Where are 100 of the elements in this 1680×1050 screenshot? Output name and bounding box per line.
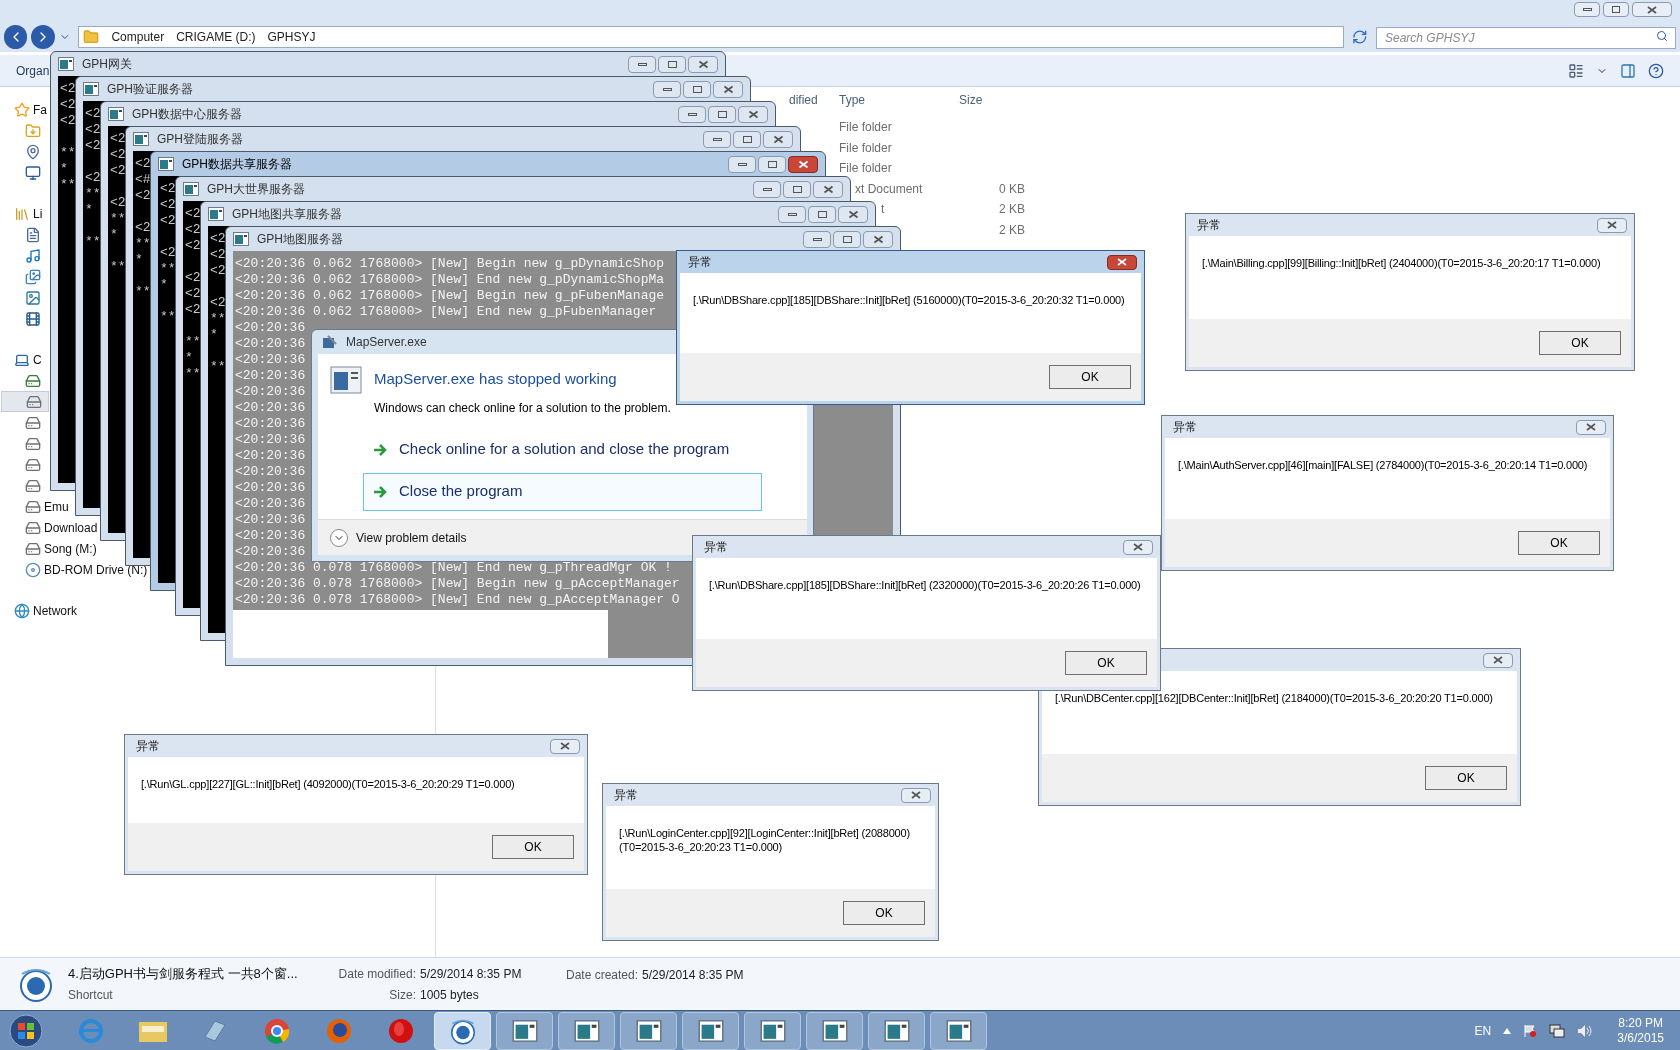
nav-item[interactable]: Download [25, 517, 98, 538]
close-button[interactable] [550, 738, 580, 754]
column-header[interactable]: Size [955, 91, 1035, 109]
close-button[interactable] [738, 105, 768, 123]
restore-button[interactable] [1603, 2, 1629, 17]
minimize-button[interactable] [803, 230, 831, 248]
maximize-button[interactable] [783, 180, 811, 198]
breadcrumb-item[interactable]: Computer [111, 28, 165, 46]
ok-button[interactable]: OK [1539, 331, 1621, 355]
nav-item[interactable]: Emu [25, 496, 69, 517]
taskbar-button[interactable] [806, 1011, 863, 1050]
taskbar-button[interactable] [682, 1011, 739, 1050]
minimize-button[interactable] [728, 155, 756, 173]
taskbar-button[interactable] [496, 1011, 553, 1050]
back-button[interactable] [4, 25, 28, 49]
close-icon [911, 791, 921, 799]
minimize-button[interactable] [778, 205, 806, 223]
nav-item[interactable]: C [14, 349, 42, 370]
console-window-icon [759, 1019, 786, 1042]
close-button[interactable] [1107, 254, 1137, 270]
flag-icon[interactable] [1523, 1023, 1538, 1038]
column-header[interactable]: dified [789, 91, 835, 109]
refresh-icon[interactable] [1352, 29, 1368, 45]
ok-button[interactable]: OK [1049, 365, 1131, 389]
maximize-button[interactable] [683, 80, 711, 98]
nav-item[interactable]: Network [14, 600, 77, 621]
maximize-button[interactable] [808, 205, 836, 223]
close-button[interactable] [813, 180, 843, 198]
close-button[interactable] [1597, 217, 1627, 233]
expand-button[interactable] [330, 528, 348, 547]
close-icon [1493, 656, 1503, 664]
close-button[interactable] [863, 230, 893, 248]
console-line: ** [159, 261, 176, 277]
view-icon[interactable] [1568, 62, 1584, 79]
organize-menu[interactable]: Organ [16, 61, 50, 80]
taskbar-button[interactable] [558, 1011, 615, 1050]
close-button[interactable] [1632, 2, 1672, 17]
console-line: <20:20:36 [234, 320, 306, 336]
close-button[interactable] [838, 205, 868, 223]
maximize-button[interactable] [733, 130, 761, 148]
help-icon[interactable] [1648, 62, 1664, 79]
close-button[interactable] [1123, 539, 1153, 555]
minimize-button[interactable] [653, 80, 681, 98]
taskbar-button[interactable] [930, 1011, 987, 1050]
network-icon[interactable] [1549, 1023, 1566, 1038]
preview-pane-icon[interactable] [1620, 62, 1636, 79]
close-button[interactable] [688, 55, 718, 73]
nav-item[interactable]: Li [14, 203, 43, 224]
ok-button[interactable]: OK [492, 835, 574, 859]
file-name: 4.启动GPH书与剑服务程式 一共8个窗... [68, 964, 299, 983]
ok-button[interactable]: OK [1425, 766, 1507, 790]
ok-button[interactable]: OK [1518, 531, 1600, 555]
console-line: <20:20:36 [234, 544, 306, 560]
console-line: <2 [109, 195, 126, 211]
maximize-button[interactable] [833, 230, 861, 248]
console-line: <20:20:36 [234, 384, 306, 400]
search-field[interactable]: Search GPHSYJ [1376, 27, 1676, 49]
address-bar[interactable]: Computer CRIGAME (D:) GPHSYJ [78, 26, 1345, 48]
console-line: <20:20:36 [234, 528, 306, 544]
close-button[interactable] [1576, 419, 1606, 435]
search-icon [1656, 30, 1668, 42]
minimize-button[interactable] [678, 105, 706, 123]
image-icon [25, 289, 41, 306]
taskbar-button[interactable] [744, 1011, 801, 1050]
file-size: 2 KB [999, 222, 1025, 237]
breadcrumb-item[interactable]: GPHSYJ [267, 28, 316, 46]
details-label[interactable]: View problem details [356, 528, 467, 547]
minimize-button[interactable] [1574, 2, 1600, 17]
close-icon [747, 109, 759, 119]
ok-button[interactable]: OK [843, 901, 925, 925]
maximize-button[interactable] [708, 105, 736, 123]
console-line: <2 [134, 188, 151, 204]
detail-label: Date modified: [337, 965, 416, 983]
file-type: File folder [839, 140, 892, 155]
maximize-button[interactable] [658, 55, 686, 73]
dialog-title: 异常 [614, 787, 638, 804]
forward-button[interactable] [31, 25, 55, 49]
nav-item[interactable]: Song (M:) [25, 538, 97, 559]
ok-button[interactable]: OK [1065, 651, 1147, 675]
taskbar-button[interactable] [868, 1011, 925, 1050]
close-button[interactable] [788, 155, 818, 173]
column-header[interactable]: Type [835, 91, 955, 109]
nav-item[interactable]: Fa [14, 99, 47, 120]
close-button[interactable] [763, 130, 793, 148]
minimize-button[interactable] [753, 180, 781, 198]
speaker-icon[interactable] [1577, 1023, 1594, 1038]
minimize-button[interactable] [628, 55, 656, 73]
minimize-button[interactable] [703, 130, 731, 148]
close-button[interactable] [713, 80, 743, 98]
breadcrumb-item[interactable]: CRIGAME (D:) [176, 28, 256, 46]
maximize-button[interactable] [758, 155, 786, 173]
dialog-heading: MapServer.exe has stopped working [374, 369, 618, 389]
close-button[interactable] [1483, 652, 1513, 668]
console-line: <20:20:36 [234, 464, 306, 480]
up-arrow-icon[interactable] [1503, 1027, 1512, 1034]
close-button[interactable] [901, 787, 931, 803]
nav-item[interactable] [1, 391, 49, 412]
taskbar-button[interactable] [620, 1011, 677, 1050]
command-link[interactable]: Close the program [363, 472, 762, 511]
window-title: GPH数据中心服务器 [132, 106, 242, 123]
